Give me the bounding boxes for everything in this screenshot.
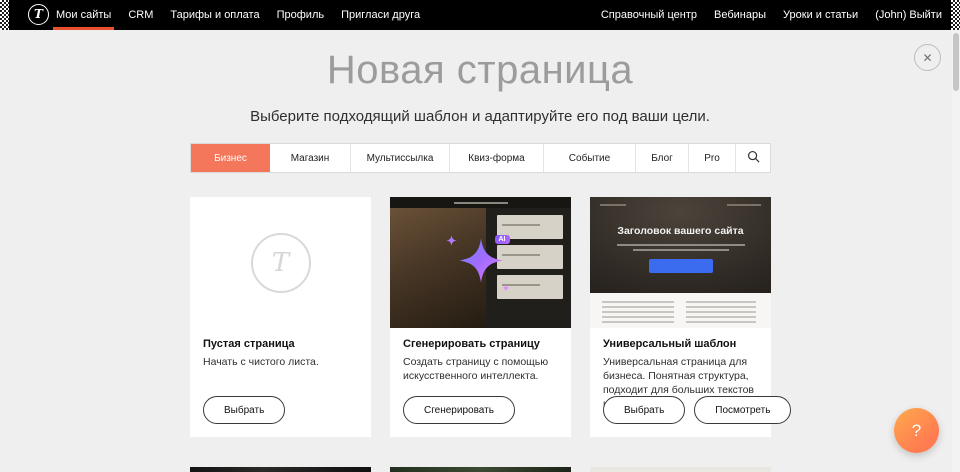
menu-profile[interactable]: Профиль [277, 0, 325, 30]
tab-quiz-form[interactable]: Квиз-форма [450, 144, 544, 172]
preview-heading: Заголовок вашего сайта [590, 225, 771, 237]
scrollbar[interactable] [952, 30, 960, 472]
topbar: T Мои сайты CRM Тарифы и оплата Профиль … [0, 0, 960, 30]
tab-pro[interactable]: Pro [689, 144, 736, 172]
blank-preview: T [190, 197, 371, 328]
sparkle-small-icon [446, 233, 457, 251]
close-icon: ✕ [922, 51, 932, 65]
close-button[interactable]: ✕ [914, 44, 941, 71]
menu-lessons[interactable]: Уроки и статьи [783, 0, 858, 30]
tab-multilink[interactable]: Мультиссылка [351, 144, 450, 172]
card-title: Пустая страница [203, 338, 358, 350]
preview-nav-placeholder [727, 204, 761, 206]
search-icon [747, 150, 760, 166]
universal-preview-image: Заголовок вашего сайта [590, 197, 771, 328]
app-window: T Мои сайты CRM Тарифы и оплата Профиль … [0, 0, 960, 472]
preview-cta-button [649, 259, 713, 273]
template-card-partial[interactable] [390, 467, 571, 472]
card-actions: Выбрать Посмотреть [603, 396, 791, 424]
preview-text-column [602, 301, 674, 323]
tilda-logo[interactable]: T [28, 4, 49, 25]
template-card-partial[interactable] [190, 467, 371, 472]
preview-body [590, 293, 771, 328]
card-actions: Выбрать [203, 396, 285, 424]
ai-preview-image: AI [390, 197, 571, 328]
page-subtitle: Выберите подходящий шаблон и адаптируйте… [0, 108, 960, 125]
sparkle-small-icon [502, 279, 510, 297]
tab-event[interactable]: Событие [544, 144, 636, 172]
card-description: Начать с чистого листа. [203, 355, 358, 369]
template-cards-row-partial [190, 467, 771, 472]
preview-text-line [633, 249, 729, 251]
card-actions: Сгенерировать [403, 396, 515, 424]
edge-pattern-right [951, 0, 960, 30]
topbar-right-menu: Справочный центр Вебинары Уроки и статьи… [601, 0, 942, 30]
tab-shop[interactable]: Магазин [270, 144, 351, 172]
template-card-partial[interactable] [590, 467, 771, 472]
menu-invite-friend[interactable]: Пригласи друга [341, 0, 420, 30]
preview-hero: Заголовок вашего сайта [590, 197, 771, 293]
preview-block [497, 245, 563, 269]
preview-text-column [686, 301, 756, 323]
card-title: Универсальный шаблон [603, 338, 758, 350]
ai-badge: AI [495, 235, 510, 244]
choose-button[interactable]: Выбрать [603, 396, 685, 424]
menu-webinars[interactable]: Вебинары [714, 0, 766, 30]
edge-pattern-left [0, 0, 9, 30]
tab-search[interactable] [736, 144, 770, 172]
template-card-universal[interactable]: Заголовок вашего сайта Универсальный шаб… [590, 197, 771, 437]
menu-logout[interactable]: (John) Выйти [875, 0, 942, 30]
menu-crm[interactable]: CRM [128, 0, 153, 30]
preview-text-line [617, 244, 745, 246]
template-category-tabs: Бизнес Магазин Мультиссылка Квиз-форма С… [190, 143, 771, 173]
template-card-generate[interactable]: AI Сгенерировать страницу Создать страни… [390, 197, 571, 437]
template-card-blank[interactable]: T Пустая страница Начать с чистого листа… [190, 197, 371, 437]
preview-header [390, 197, 571, 208]
card-title: Сгенерировать страницу [403, 338, 558, 350]
tab-business[interactable]: Бизнес [191, 144, 270, 172]
tilda-watermark-icon: T [251, 233, 311, 293]
preview-nav-placeholder [600, 204, 626, 206]
topbar-left-menu: Мои сайты CRM Тарифы и оплата Профиль Пр… [56, 0, 420, 30]
card-description: Создать страницу с помощью искусственног… [403, 355, 558, 383]
scrollbar-thumb[interactable] [953, 33, 959, 91]
help-button[interactable]: ? [894, 408, 939, 453]
page-title: Новая страница [0, 48, 960, 93]
choose-button[interactable]: Выбрать [203, 396, 285, 424]
template-cards-row: T Пустая страница Начать с чистого листа… [190, 197, 771, 437]
menu-help-center[interactable]: Справочный центр [601, 0, 697, 30]
menu-my-sites[interactable]: Мои сайты [56, 0, 111, 30]
ai-sparkle-icon [458, 237, 504, 288]
tab-blog[interactable]: Блог [636, 144, 689, 172]
menu-tariffs[interactable]: Тарифы и оплата [170, 0, 259, 30]
generate-button[interactable]: Сгенерировать [403, 396, 515, 424]
view-button[interactable]: Посмотреть [694, 396, 791, 424]
